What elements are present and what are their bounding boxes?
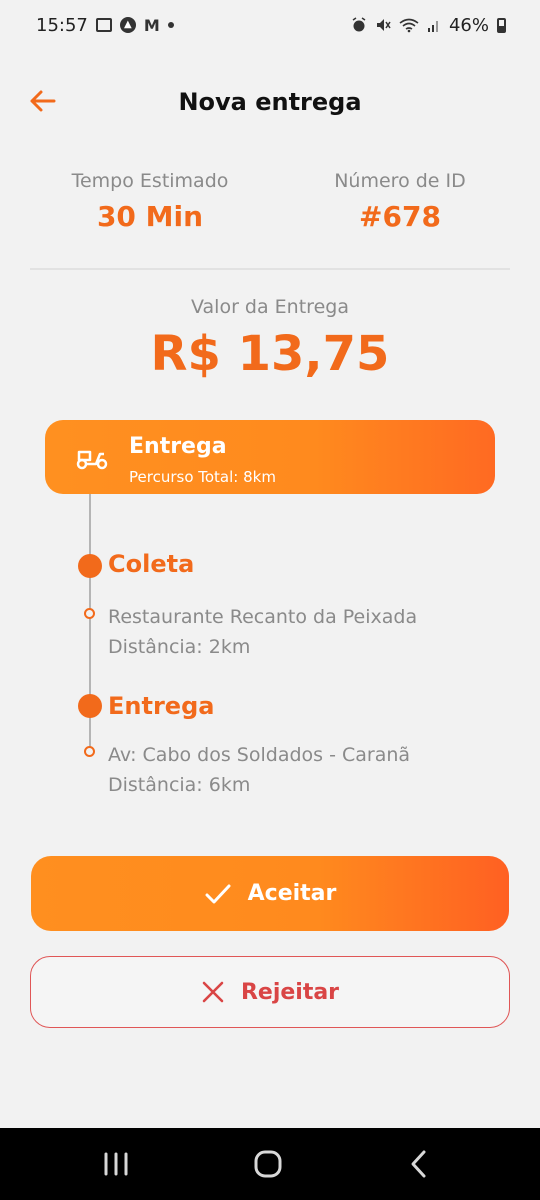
delivery-card: Entrega Percurso Total: 8km — [45, 420, 495, 494]
reject-button[interactable]: Rejeitar — [30, 956, 510, 1028]
accept-label: Aceitar — [247, 881, 337, 906]
dropoff-title: Entrega — [108, 692, 215, 720]
signal-icon — [427, 21, 438, 32]
recents-icon[interactable] — [96, 1148, 136, 1180]
nav-back-icon[interactable] — [400, 1148, 440, 1180]
pickup-address: Restaurante Recanto da Peixada — [108, 606, 418, 628]
delivery-card-subtitle: Percurso Total: 8km — [129, 468, 276, 486]
close-icon — [202, 981, 224, 1003]
delivery-value-amount: R$ 13,75 — [150, 326, 390, 382]
scooter-icon — [76, 450, 108, 470]
header: Nova entrega — [0, 70, 540, 136]
battery-icon — [497, 17, 506, 33]
status-time: 15:57 — [36, 14, 88, 36]
navigation-bar — [0, 1128, 540, 1200]
reject-label: Rejeitar — [240, 979, 340, 1005]
dot-icon — [167, 22, 174, 28]
dropoff-detail-marker — [84, 746, 95, 757]
status-left: 15:57 ▲ M — [36, 15, 174, 36]
battery-percent: 46% — [448, 14, 489, 36]
estimated-time-value: 30 Min — [96, 200, 204, 233]
page-title: Nova entrega — [178, 88, 362, 116]
estimated-time: Tempo Estimado 30 Min — [30, 170, 270, 233]
status-right: 46% — [351, 15, 506, 36]
alarm-icon — [352, 17, 366, 32]
dropoff-distance: Distância: 6km — [108, 774, 251, 796]
gmail-icon: M — [143, 15, 160, 35]
home-icon[interactable] — [248, 1148, 288, 1180]
mute-icon — [376, 19, 391, 31]
dropoff-marker — [78, 694, 102, 718]
estimated-time-label: Tempo Estimado — [71, 170, 229, 192]
assistant-icon: ▲ — [119, 17, 136, 33]
pickup-detail-marker — [84, 608, 95, 619]
delivery-id: Número de ID #678 — [280, 170, 520, 233]
accept-button[interactable]: Aceitar — [31, 856, 509, 931]
gallery-icon — [95, 18, 112, 32]
check-icon — [205, 884, 231, 903]
delivery-id-value: #678 — [359, 200, 441, 233]
pickup-distance: Distância: 2km — [108, 636, 251, 658]
delivery-value-label: Valor da Entrega — [191, 296, 349, 318]
pickup-title: Coleta — [108, 550, 195, 578]
dropoff-address: Av: Cabo dos Soldados - Caranã — [108, 744, 411, 766]
delivery-card-title: Entrega — [129, 434, 227, 459]
pickup-marker — [78, 554, 102, 578]
status-bar: 15:57 ▲ M 46% — [0, 0, 540, 50]
delivery-id-label: Número de ID — [334, 170, 466, 192]
delivery-stats: Tempo Estimado 30 Min Número de ID #678 — [30, 170, 510, 270]
wifi-icon — [399, 18, 419, 33]
